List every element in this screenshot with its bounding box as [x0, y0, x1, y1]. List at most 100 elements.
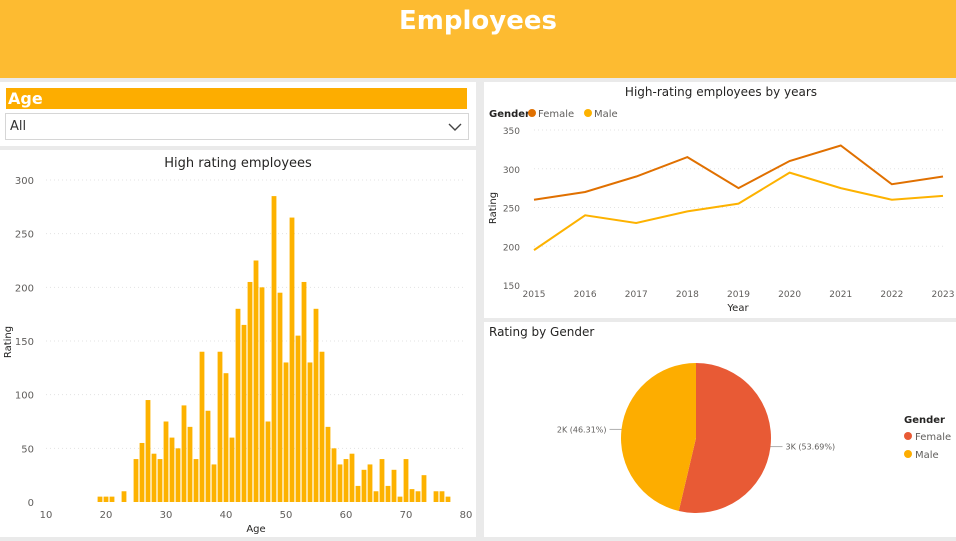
histogram-bar: [217, 351, 223, 502]
histogram-bar: [403, 459, 409, 502]
data-label: 2K (46.31%): [557, 425, 607, 434]
legend-marker: [904, 450, 912, 458]
histogram-bar: [385, 485, 391, 502]
chart-title: High rating employees: [164, 156, 312, 171]
series-line-male: [533, 171, 944, 251]
histogram-bar: [319, 351, 325, 502]
y-tick-label: 250: [15, 230, 34, 241]
histogram-bar: [373, 491, 379, 502]
legend-label: Male: [915, 450, 939, 461]
histogram-bar: [265, 421, 271, 502]
histogram-bar: [181, 405, 187, 502]
histogram-bar: [409, 489, 415, 502]
histogram-bar: [415, 491, 421, 502]
histogram-bar: [439, 491, 445, 502]
histogram-bar: [313, 308, 319, 502]
histogram-bar: [289, 217, 295, 503]
line-chart: High-rating employees by years Gender Fema…: [488, 85, 955, 314]
histogram-bar: [235, 308, 241, 502]
x-tick-label: 2020: [778, 290, 801, 300]
legend-marker: [584, 109, 592, 117]
y-tick-label: 350: [503, 127, 520, 137]
histogram-bar: [331, 448, 337, 502]
chart-title: Rating by Gender: [489, 325, 594, 339]
histogram-bar: [349, 453, 355, 502]
x-tick-label: 70: [400, 510, 413, 521]
legend-marker: [904, 432, 912, 440]
x-tick-label: 2018: [676, 290, 699, 300]
page-title: Employees: [399, 6, 557, 36]
y-tick-label: 300: [15, 176, 34, 187]
histogram-bar: [307, 362, 313, 502]
x-tick-label: 20: [100, 510, 113, 521]
x-axis-label: Year: [726, 303, 749, 314]
age-dropdown[interactable]: All: [5, 113, 469, 140]
histogram-bar: [301, 281, 307, 502]
x-tick-label: 10: [40, 510, 53, 521]
y-tick-label: 300: [503, 166, 520, 176]
histogram-bar: [145, 400, 151, 502]
histogram-bar: [157, 459, 163, 502]
x-tick-label: 2016: [574, 290, 597, 300]
legend-label: Female: [538, 109, 574, 120]
x-tick-label: 50: [280, 510, 293, 521]
y-tick-label: 250: [503, 205, 520, 215]
x-tick-label: 40: [220, 510, 233, 521]
y-tick-label: 100: [15, 391, 34, 402]
histogram-bar: [205, 410, 211, 502]
x-tick-label: 2015: [523, 290, 546, 300]
histogram-bar: [151, 453, 157, 502]
legend-title: Gender: [904, 415, 945, 426]
histogram-bar: [109, 496, 115, 502]
x-tick-label: 2023: [932, 290, 955, 300]
histogram-bar: [283, 362, 289, 502]
histogram-bar: [133, 459, 139, 502]
histogram-panel: High rating employees 0 50 100 150 200 250 300 1…: [0, 150, 476, 537]
histogram-bar: [295, 335, 301, 502]
histogram-bar: [223, 373, 229, 502]
histogram-bar: [397, 496, 403, 502]
x-tick-label: 80: [460, 510, 473, 521]
x-tick-label: 60: [340, 510, 353, 521]
histogram-bar: [199, 351, 205, 502]
histogram-bar: [247, 281, 253, 502]
histogram-bar: [169, 437, 175, 502]
histogram-bar: [325, 426, 331, 502]
x-axis-label: Age: [246, 524, 265, 535]
chart-title: High-rating employees by years: [625, 85, 817, 99]
series-line-female: [533, 144, 944, 201]
histogram-bar: [445, 496, 451, 502]
legend-marker: [528, 109, 536, 117]
legend-title: Gender: [489, 109, 530, 120]
histogram-bar: [343, 459, 349, 502]
x-tick-label: 2022: [880, 290, 903, 300]
pie-chart: Rating by Gender 3K (53.69%) 2K (46.31%) Ge…: [489, 325, 951, 513]
histogram-bar: [139, 442, 145, 502]
slicer-selected-value: All: [10, 119, 27, 134]
histogram-bar: [421, 475, 427, 502]
y-axis-label: Rating: [3, 326, 14, 358]
histogram-bar: [163, 421, 169, 502]
y-axis-label: Rating: [488, 192, 499, 224]
pie-chart-panel: Rating by Gender 3K (53.69%) 2K (46.31%) Ge…: [484, 322, 956, 537]
histogram-bar: [277, 292, 283, 502]
histogram-bar: [361, 469, 367, 502]
legend-label: Male: [594, 109, 618, 120]
data-label: 3K (53.69%): [785, 443, 835, 452]
histogram-bar: [259, 287, 265, 502]
line-chart-panel: High-rating employees by years Gender Fema…: [484, 82, 956, 318]
histogram-bar: [187, 426, 193, 502]
histogram-bar: [175, 448, 181, 502]
y-tick-label: 50: [21, 444, 34, 455]
histogram-bar: [241, 324, 247, 502]
x-tick-label: 2017: [625, 290, 648, 300]
histogram-bar: [367, 464, 373, 502]
chevron-down-icon: [448, 123, 462, 131]
histogram-bar: [433, 491, 439, 502]
histogram-chart: High rating employees 0 50 100 150 200 250 300 1…: [3, 156, 473, 535]
x-tick-label: 2019: [727, 290, 750, 300]
legend-label: Female: [915, 432, 951, 443]
histogram-bar: [253, 260, 259, 502]
histogram-bar: [103, 496, 109, 502]
histogram-bar: [379, 459, 385, 502]
